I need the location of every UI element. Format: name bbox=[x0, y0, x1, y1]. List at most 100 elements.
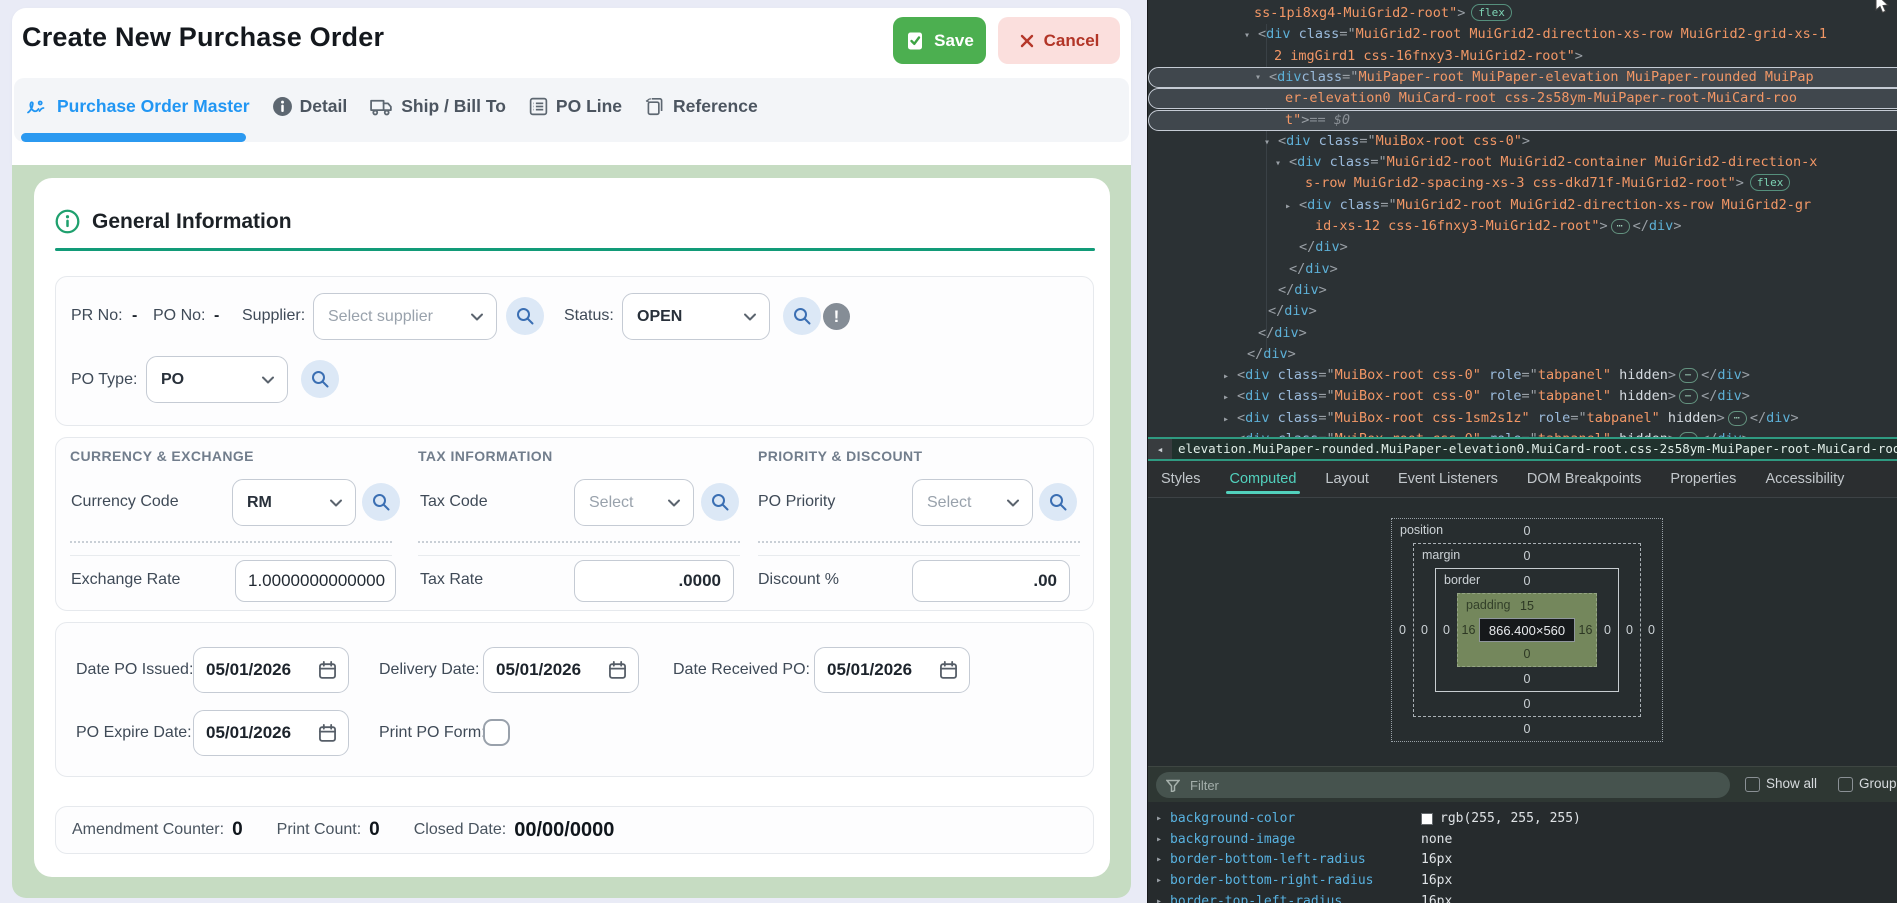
devtools-tab-event-listeners[interactable]: Event Listeners bbox=[1398, 461, 1498, 497]
po-priority-select[interactable]: Select bbox=[912, 479, 1033, 526]
expand-arrow-down-icon[interactable]: ▾ bbox=[1264, 132, 1278, 153]
status-select[interactable]: OPEN bbox=[622, 293, 770, 340]
devtools-tab-accessibility[interactable]: Accessibility bbox=[1765, 461, 1844, 497]
filter-input[interactable] bbox=[1188, 777, 1720, 794]
code-segment: < bbox=[1278, 133, 1286, 149]
expand-arrow-right-icon[interactable]: ▸ bbox=[1223, 387, 1237, 408]
expand-inline-button[interactable]: ⋯ bbox=[1679, 368, 1698, 383]
currency-code-select[interactable]: RM bbox=[232, 479, 356, 526]
dom-tree-row[interactable]: </div> bbox=[1148, 344, 1897, 365]
calendar-icon[interactable] bbox=[607, 660, 628, 681]
po-expire-date-input[interactable]: 05/01/2026 bbox=[193, 710, 349, 756]
computed-property-row[interactable]: ▸border-top-left-radius16px bbox=[1148, 891, 1897, 903]
po-type-select[interactable]: PO bbox=[146, 356, 288, 403]
tax-code-select[interactable]: Select bbox=[574, 479, 694, 526]
expand-arrow-right-icon[interactable]: ▸ bbox=[1223, 430, 1237, 437]
dom-tree-row[interactable]: </div> bbox=[1148, 237, 1897, 258]
dom-tree-row[interactable]: ▸<div class="MuiBox-root css-0" role="ta… bbox=[1148, 386, 1897, 407]
expand-arrow-right-icon[interactable]: ▸ bbox=[1156, 808, 1162, 829]
exchange-rate-input[interactable]: 1.0000000000000 bbox=[235, 560, 396, 602]
currency-search-button[interactable] bbox=[362, 483, 400, 521]
breadcrumb-collapse-button[interactable]: ◂ bbox=[1148, 439, 1172, 459]
computed-property-row[interactable]: ▸border-bottom-left-radius16px bbox=[1148, 849, 1897, 870]
discount-input[interactable]: .00 bbox=[912, 560, 1070, 602]
tab-ship-bill-to[interactable]: Ship / Bill To bbox=[369, 96, 506, 117]
devtools-tab-dom-breakpoints[interactable]: DOM Breakpoints bbox=[1527, 461, 1641, 497]
computed-property-name: background-color bbox=[1170, 808, 1295, 829]
po-type-search-button[interactable] bbox=[301, 360, 339, 398]
dom-tree-row[interactable]: </div> bbox=[1148, 301, 1897, 322]
computed-property-row[interactable]: ▸border-bottom-right-radius16px bbox=[1148, 870, 1897, 891]
tab-detail[interactable]: Detail bbox=[272, 96, 348, 117]
expand-arrow-down-icon[interactable]: ▾ bbox=[1275, 153, 1289, 174]
calendar-icon[interactable] bbox=[938, 660, 959, 681]
computed-property-row[interactable]: ▸background-colorrgb(255, 255, 255) bbox=[1148, 808, 1897, 829]
devtools-tab-computed[interactable]: Computed bbox=[1230, 461, 1297, 497]
dom-tree-row[interactable]: </div> bbox=[1148, 259, 1897, 280]
dom-tree-row[interactable]: ▸<div class="MuiBox-root css-0" role="ta… bbox=[1148, 365, 1897, 386]
dom-tree-row[interactable]: 2 imgGird1 css-16fnxy3-MuiGrid2-root"> bbox=[1148, 46, 1897, 67]
expand-inline-button[interactable]: ⋯ bbox=[1728, 411, 1747, 426]
position-left: 0 bbox=[1392, 543, 1413, 717]
dom-tree-row[interactable]: ▾<div class="MuiPaper-root MuiPaper-elev… bbox=[1148, 67, 1897, 88]
dom-tree-row[interactable]: </div> bbox=[1148, 280, 1897, 301]
expand-arrow-right-icon[interactable]: ▸ bbox=[1156, 849, 1162, 870]
tax-rate-input[interactable]: .0000 bbox=[574, 560, 734, 602]
tab-po-line[interactable]: PO Line bbox=[528, 96, 622, 117]
expand-arrow-down-icon[interactable]: ▾ bbox=[1244, 25, 1258, 46]
computed-property-row[interactable]: ▸background-imagenone bbox=[1148, 829, 1897, 850]
breadcrumb[interactable]: elevation.MuiPaper-rounded.MuiPaper-elev… bbox=[1178, 439, 1897, 459]
tax-search-button[interactable] bbox=[701, 483, 739, 521]
status-search-button[interactable] bbox=[783, 297, 821, 335]
purchase-order-app: Create New Purchase Order Save Cancel Pu… bbox=[0, 0, 1147, 903]
cancel-button[interactable]: Cancel bbox=[998, 17, 1120, 64]
print-po-form-checkbox[interactable] bbox=[483, 719, 510, 746]
dom-tree-row[interactable]: id-xs-12 css-16fnxy3-MuiGrid2-root">⋯</d… bbox=[1148, 216, 1897, 237]
flex-badge[interactable]: flex bbox=[1750, 174, 1791, 191]
devtools-tab-properties[interactable]: Properties bbox=[1670, 461, 1736, 497]
dom-tree-row[interactable]: ▾<div class="MuiGrid2-root MuiGrid2-dire… bbox=[1148, 24, 1897, 45]
delivery-date-input[interactable]: 05/01/2026 bbox=[483, 647, 639, 693]
date-po-issued-input[interactable]: 05/01/2026 bbox=[193, 647, 349, 693]
code-segment: MuiBox-root css-0" bbox=[1335, 388, 1481, 404]
dom-tree-row[interactable]: </div> bbox=[1148, 323, 1897, 344]
date-received-po-input[interactable]: 05/01/2026 bbox=[814, 647, 970, 693]
group-checkbox[interactable] bbox=[1838, 777, 1853, 792]
devtools-tab-label: DOM Breakpoints bbox=[1527, 471, 1641, 487]
priority-search-button[interactable] bbox=[1039, 483, 1077, 521]
expand-arrow-right-icon[interactable]: ▸ bbox=[1223, 366, 1237, 387]
dom-tree-row[interactable]: ▸<div class="MuiBox-root css-1sm2s1z" ro… bbox=[1148, 408, 1897, 429]
dom-tree-row[interactable]: er-elevation0 MuiCard-root css-2s58ym-Mu… bbox=[1148, 88, 1897, 109]
margin-left: 0 bbox=[1414, 568, 1435, 692]
devtools-tab-layout[interactable]: Layout bbox=[1325, 461, 1369, 497]
expand-arrow-right-icon[interactable]: ▸ bbox=[1223, 409, 1237, 430]
supplier-search-button[interactable] bbox=[506, 297, 544, 335]
filter-pill[interactable] bbox=[1156, 772, 1730, 798]
dom-tree-row[interactable]: ss-1pi8xg4-MuiGrid2-root">flex bbox=[1148, 3, 1897, 24]
expand-arrow-right-icon[interactable]: ▸ bbox=[1156, 870, 1162, 891]
supplier-label: Supplier: bbox=[242, 307, 305, 325]
box-model-margin-label: margin bbox=[1422, 548, 1460, 562]
calendar-icon[interactable] bbox=[317, 723, 338, 744]
expand-arrow-right-icon[interactable]: ▸ bbox=[1156, 891, 1162, 903]
show-all-checkbox[interactable] bbox=[1745, 777, 1760, 792]
expand-inline-button[interactable]: ⋯ bbox=[1679, 389, 1698, 404]
tab-reference[interactable]: Reference bbox=[644, 95, 758, 117]
code-segment: class bbox=[1278, 388, 1319, 404]
calendar-icon[interactable] bbox=[317, 660, 338, 681]
tab-purchase-order-master[interactable]: Purchase Order Master bbox=[26, 96, 250, 117]
flex-badge[interactable]: flex bbox=[1471, 4, 1512, 21]
dom-tree-row[interactable]: ▾<div class="MuiGrid2-root MuiGrid2-cont… bbox=[1148, 152, 1897, 173]
expand-arrow-right-icon[interactable]: ▸ bbox=[1285, 196, 1299, 217]
dom-tree-row[interactable]: s-row MuiGrid2-spacing-xs-3 css-dkd71f-M… bbox=[1148, 173, 1897, 194]
save-button[interactable]: Save bbox=[893, 17, 986, 64]
dom-tree-row[interactable]: ▾<div class="MuiBox-root css-0"> bbox=[1148, 131, 1897, 152]
dom-tree-row[interactable]: t"> == $0 bbox=[1148, 110, 1897, 131]
dom-tree-row[interactable]: ▸<div class="MuiBox-root css-0" role="ta… bbox=[1148, 429, 1897, 437]
supplier-select[interactable]: Select supplier bbox=[313, 293, 497, 340]
devtools-tab-styles[interactable]: Styles bbox=[1161, 461, 1201, 497]
expand-arrow-right-icon[interactable]: ▸ bbox=[1156, 829, 1162, 850]
dom-tree-row[interactable]: ▸<div class="MuiGrid2-root MuiGrid2-dire… bbox=[1148, 195, 1897, 216]
expand-arrow-down-icon[interactable]: ▾ bbox=[1255, 67, 1269, 88]
expand-inline-button[interactable]: ⋯ bbox=[1611, 219, 1630, 234]
